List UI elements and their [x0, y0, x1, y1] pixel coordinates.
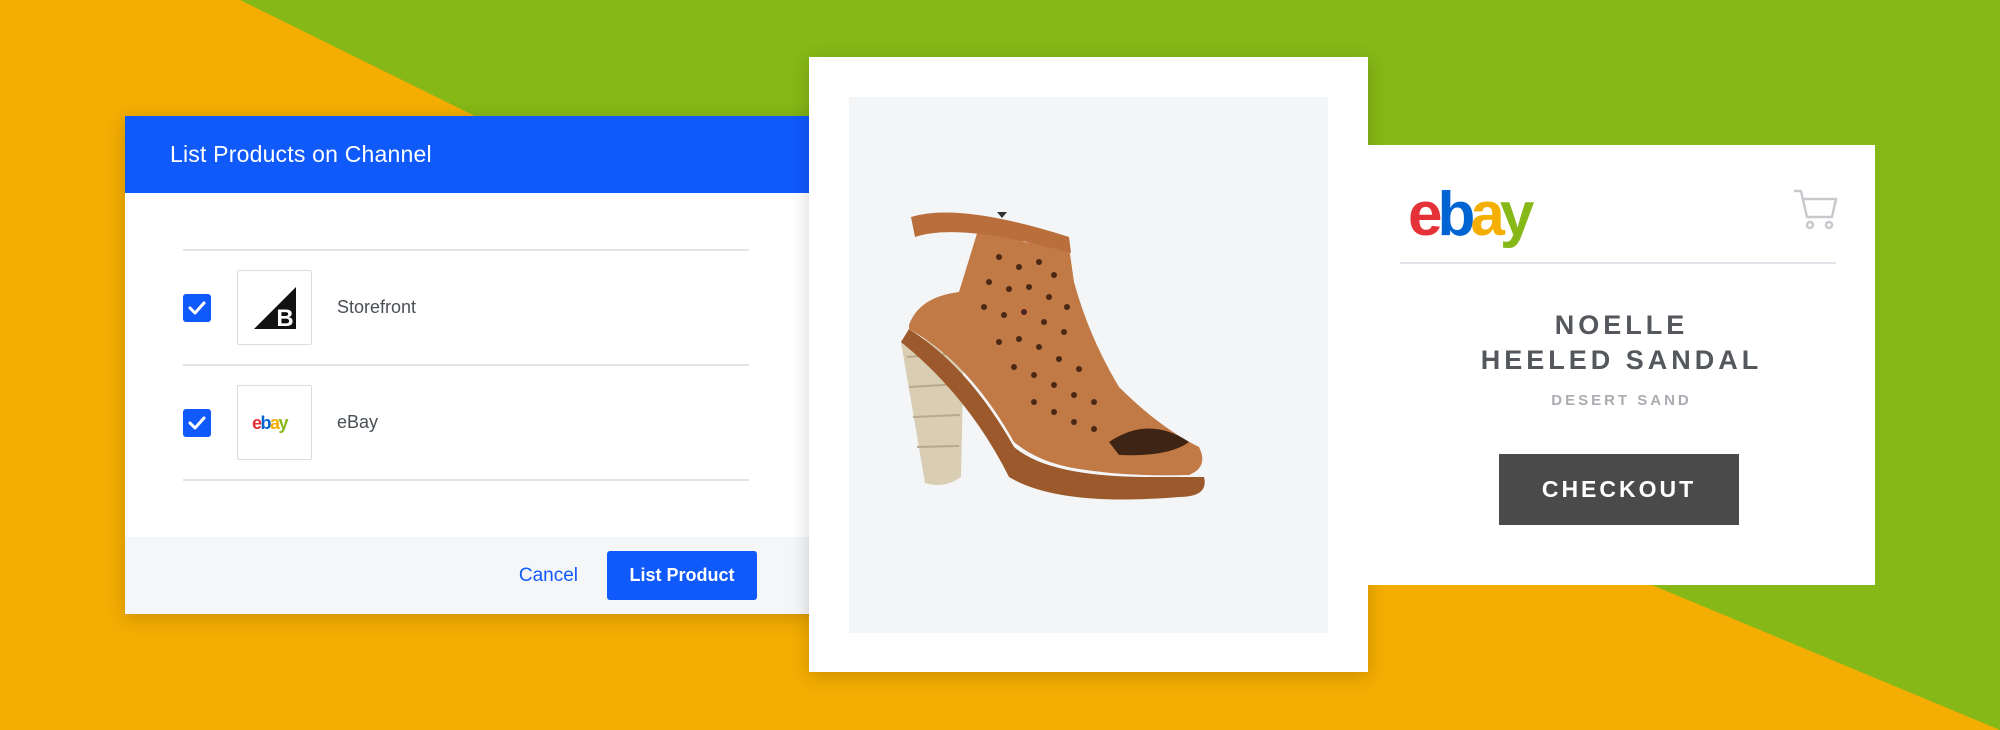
ebay-checkbox[interactable] [183, 408, 211, 437]
checkout-button[interactable]: CHECKOUT [1499, 454, 1739, 525]
product-name-line1: NOELLE [1554, 310, 1689, 340]
ebay-checkout-card: ebay NOELLE HEELED SANDAL DESERT SAND CH… [1368, 145, 1875, 585]
svg-text:ebay: ebay [1408, 183, 1535, 249]
cart-icon[interactable] [1792, 187, 1838, 233]
check-icon [188, 416, 206, 429]
ebay-logo: ebay [1408, 180, 1558, 259]
bigcommerce-logo-icon: B [253, 286, 296, 331]
channel-row-ebay[interactable]: ebay eBay [183, 366, 749, 481]
storefront-checkbox[interactable] [183, 293, 211, 322]
list-products-dialog: List Products on Channel B Storefront eb… [125, 116, 815, 614]
svg-text:ebay: ebay [252, 413, 289, 433]
dialog-title: List Products on Channel [170, 141, 432, 167]
product-name: NOELLE HEELED SANDAL [1368, 308, 1875, 378]
ebay-logo-box: ebay [237, 385, 312, 460]
storefront-label: Storefront [337, 297, 417, 317]
product-image [849, 97, 1328, 633]
dialog-footer: Cancel List Product [125, 537, 815, 614]
product-preview-card [809, 57, 1368, 672]
divider [1400, 262, 1836, 264]
product-variant: DESERT SAND [1551, 392, 1692, 409]
channel-list: B Storefront ebay eBay [183, 249, 749, 481]
sandal-illustration [901, 212, 1205, 500]
list-product-button[interactable]: List Product [607, 551, 757, 600]
ebay-wordmark-icon: ebay [1408, 180, 1540, 249]
cancel-button[interactable]: Cancel [519, 565, 578, 587]
ebay-logo-icon: ebay [252, 413, 290, 433]
product-name-line2: HEELED SANDAL [1480, 345, 1763, 375]
ebay-label: eBay [337, 412, 379, 432]
dialog-header: List Products on Channel [125, 116, 815, 193]
check-icon [188, 301, 206, 314]
channel-row-storefront[interactable]: B Storefront [183, 251, 749, 366]
svg-text:B: B [276, 305, 293, 331]
storefront-logo-box: B [237, 270, 312, 345]
